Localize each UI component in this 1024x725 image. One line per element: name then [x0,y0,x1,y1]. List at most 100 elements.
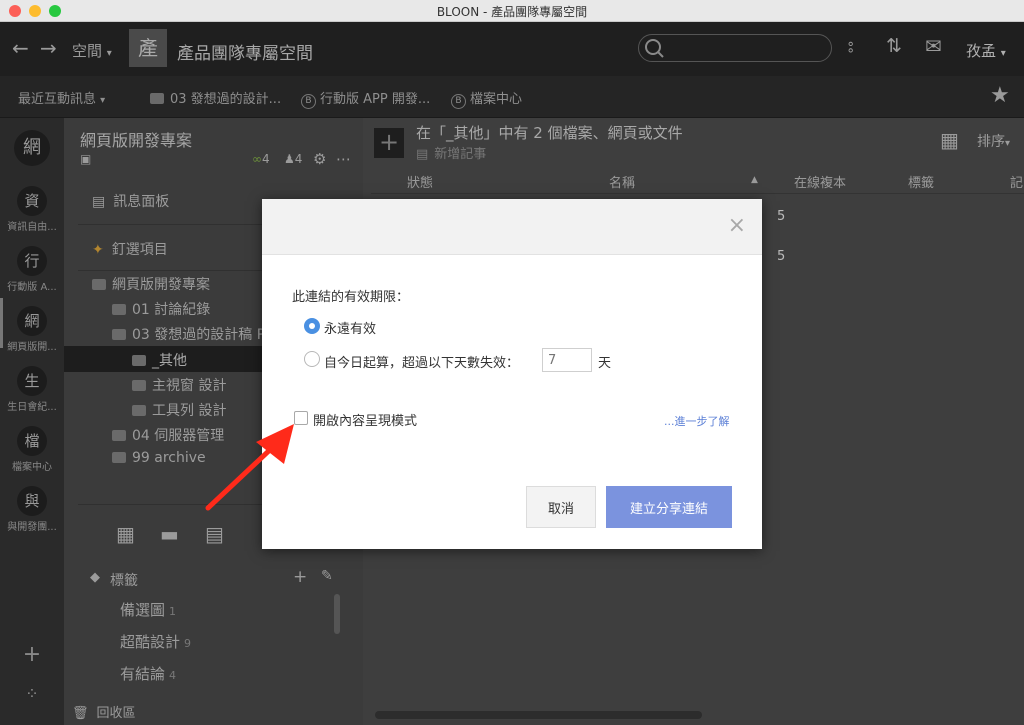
breadcrumb-label: 行動版 APP 開發... [320,92,431,107]
search-input[interactable] [638,34,832,62]
space-menu-label: 空間 [72,42,103,60]
star-icon[interactable]: ★ [990,83,1010,108]
folder-icon [92,279,106,290]
rail-item-label: 生日會紀... [7,402,57,413]
tree-item-label: 網頁版開發專案 [112,277,210,293]
tag-count: 1 [169,605,177,618]
add-space-icon[interactable]: + [0,642,64,667]
space-avatar[interactable]: 產 [129,29,167,67]
gear-icon[interactable]: ⚙ [313,150,326,168]
tree-item[interactable]: 99 archive [112,450,206,466]
folder-icon [112,430,126,441]
avatar: 行 [17,246,47,276]
tree-item[interactable]: 主視窗 設計 [132,375,226,395]
rail-item-dev[interactable]: 與 與開發團... [0,486,64,533]
breadcrumb-bar: 最近互動訊息 ▾ 03 發想過的設計... B 行動版 APP 開發... B 檔案… [0,76,1024,118]
table-cell: 5 [777,249,786,264]
member-count[interactable]: ♟4 [284,152,302,166]
person-icon: ♟ [284,152,295,166]
tag-item[interactable]: 超酷設計 9 [120,631,191,652]
scrollbar[interactable] [334,594,340,634]
breadcrumb-label: 檔案中心 [470,92,523,107]
sidebar-item-label: 訊息面板 [113,194,170,210]
recent-messages-menu[interactable]: 最近互動訊息 ▾ [18,88,105,107]
chevron-down-icon: ▾ [1000,48,1006,59]
sort-arrows-icon[interactable]: ⇅ [886,35,902,57]
sort-menu[interactable]: 排序▾ [977,131,1010,151]
horizontal-scrollbar[interactable] [375,711,702,719]
tag-item[interactable]: 有結論 4 [120,663,176,684]
column-header-notes[interactable]: 記 [1010,172,1023,191]
folder-heading: 在「_其他」中有 2 個檔案、網頁或文件 [416,124,683,142]
rail-item-current[interactable]: 網 [0,130,64,166]
note-icon: ▤ [416,147,429,162]
breadcrumb-label: 03 發想過的設計... [170,92,282,107]
user-menu[interactable]: 孜孟 ▾ [966,40,1006,61]
space-name[interactable]: 產品團隊專屬空間 [177,39,313,64]
new-note-button[interactable]: ▤ 新增記事 [416,143,486,162]
apps-grid-icon[interactable]: ⁘ [0,684,64,703]
sort-label: 排序 [977,134,1005,150]
column-header-tags[interactable]: 標籤 [908,172,934,191]
chevron-down-icon: ▾ [1005,138,1011,149]
footprint-icon[interactable]: ⦂ [848,36,853,57]
desktop-icon[interactable]: ▣ [80,152,91,166]
rail-item-files[interactable]: 檔 檔案中心 [0,426,64,473]
days-input[interactable] [542,348,592,372]
rail-item-label: 行動版 A... [7,282,57,293]
grid-view-icon[interactable]: ▦ [116,522,135,546]
folder-view-icon[interactable]: ▬ [160,522,179,546]
column-header-online-copy[interactable]: 在線複本 [794,172,846,191]
more-icon[interactable]: ⋯ [336,150,351,168]
tag-count: 4 [169,669,177,682]
tag-name: 有結論 [120,665,166,683]
create-share-link-button[interactable]: 建立分享連結 [606,486,732,528]
edit-tag-icon[interactable]: ✎ [321,568,333,584]
sidebar-item-message-board[interactable]: ▤ 訊息面板 [92,191,169,211]
tag-name: 備選圖 [120,601,166,619]
content-mode-label[interactable]: 開啟內容呈現模式 [313,410,417,429]
folder-icon [132,380,146,391]
close-icon[interactable]: × [728,213,746,239]
add-button[interactable]: + [374,128,404,158]
tag-name: 超酷設計 [120,633,181,651]
trash-label: 回收區 [96,706,136,721]
breadcrumb-item-mobile[interactable]: B 行動版 APP 開發... [301,88,430,109]
note-view-icon[interactable]: ▤ [205,522,224,546]
window-title: BLOON - 產品團隊專屬空間 [436,5,588,19]
tree-item[interactable]: 03 發想過的設計稿 P [112,324,265,344]
mail-icon[interactable]: ✉ [925,34,942,58]
member-count-value: 4 [294,152,303,166]
grid-layout-icon[interactable]: ▦ [940,128,959,152]
radio-forever[interactable] [304,318,320,334]
forward-arrow-icon[interactable]: → [40,36,57,60]
tree-item-label: _其他 [152,353,187,369]
rail-item-birthday[interactable]: 生 生日會紀... [0,366,64,413]
learn-more-link[interactable]: ...進一步了解 [664,413,730,429]
back-arrow-icon[interactable]: ← [12,36,29,60]
rail-item-mobile[interactable]: 行 行動版 A... [0,246,64,293]
avatar: 網 [14,130,50,166]
column-header-status[interactable]: 狀態 [407,172,433,191]
share-link-dialog: × 此連結的有效期限： 永遠有效 自今日起算，超過以下天數失效： 天 開啟內容呈… [262,199,762,549]
tree-item-root[interactable]: 網頁版開發專案 [92,274,210,294]
radio-days[interactable] [304,351,320,367]
option-days-label[interactable]: 自今日起算，超過以下天數失效： [324,352,519,371]
link-count[interactable]: ∞4 [252,152,270,166]
recent-messages-label: 最近互動訊息 [18,92,97,107]
column-header-name[interactable]: 名稱 [609,172,635,191]
breadcrumb-item-designs[interactable]: 03 發想過的設計... [150,88,281,107]
add-tag-icon[interactable]: + [293,567,307,587]
space-menu[interactable]: 空間 ▾ [72,40,112,61]
sort-asc-icon: ▲ [751,175,758,185]
option-forever-label[interactable]: 永遠有效 [324,318,376,337]
trash-item[interactable]: 🗑 回收區 [72,702,136,721]
cancel-button[interactable]: 取消 [526,486,596,528]
tree-item-label: 主視窗 設計 [152,378,227,394]
sidebar-item-pinned[interactable]: ✦ 釘選項目 [92,239,168,259]
breadcrumb-item-files[interactable]: B 檔案中心 [451,88,522,109]
rail-item-web[interactable]: 網 網頁版開... [0,306,64,353]
tag-item[interactable]: 備選圖 1 [120,599,176,620]
rail-item-info[interactable]: 資 資訊自由... [0,186,64,233]
tree-item[interactable]: 01 討論紀錄 [112,299,210,319]
